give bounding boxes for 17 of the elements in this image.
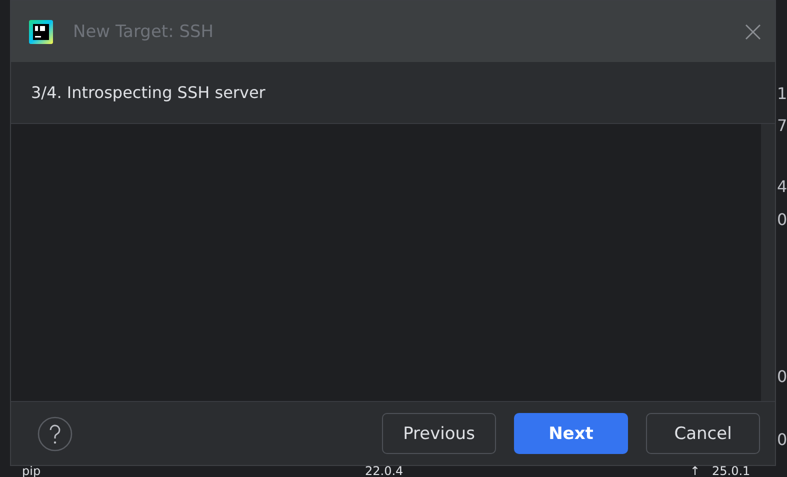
table-cell: 1: [777, 84, 787, 104]
dialog-button[interactable]: Cancel: [646, 413, 760, 454]
table-cell: 22.0.4: [365, 466, 404, 477]
close-icon[interactable]: [745, 24, 761, 40]
table-cell: 7: [777, 116, 787, 136]
table-cell: 0: [777, 430, 787, 450]
table-cell: 4: [777, 177, 787, 197]
step-title: 3/4. Introspecting SSH server: [31, 83, 266, 102]
help-icon[interactable]: [37, 416, 73, 452]
table-cell: 0: [777, 210, 787, 230]
app-logo-icon: [29, 20, 53, 44]
table-cell: ↑: [690, 466, 700, 477]
next-button[interactable]: Next: [514, 413, 628, 454]
window-title: New Target: SSH: [73, 22, 215, 42]
table-cell: 25.0.1: [712, 466, 750, 477]
table-cell: 0: [777, 367, 787, 387]
dialog-button[interactable]: Previous: [382, 413, 496, 454]
